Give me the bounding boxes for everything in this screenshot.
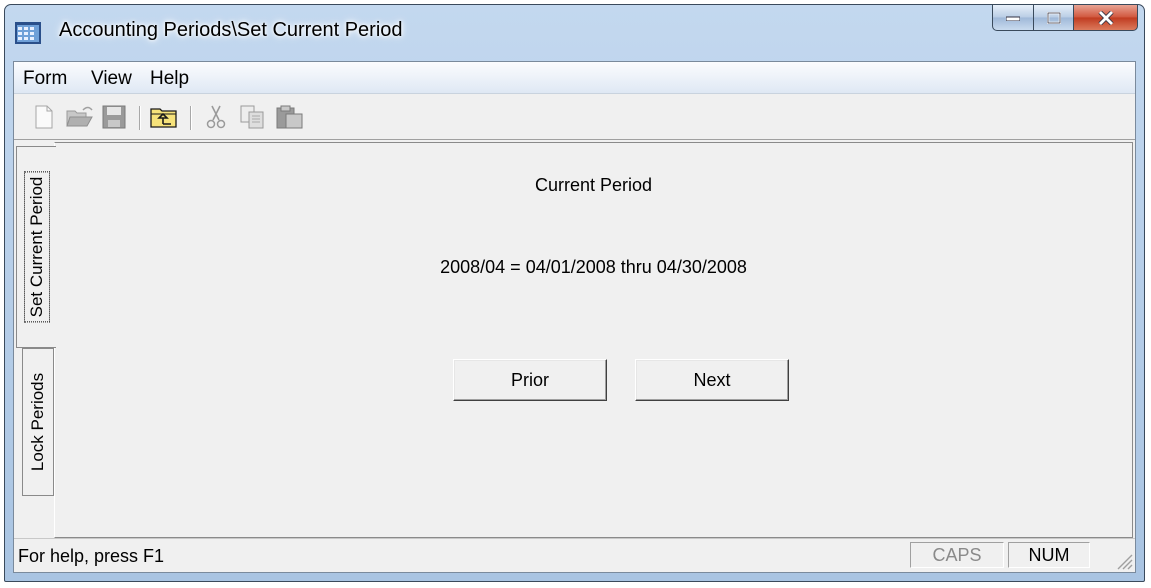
- maximize-icon: [1046, 11, 1061, 24]
- close-icon: [1097, 10, 1114, 25]
- app-grid-icon: [15, 22, 41, 44]
- cut-icon[interactable]: [206, 105, 226, 129]
- toolbar: [14, 94, 1135, 140]
- paste-icon[interactable]: [276, 105, 304, 129]
- tab-set-current-period[interactable]: Set Current Period: [16, 146, 56, 348]
- tab-lock-periods-label: Lock Periods: [28, 372, 47, 472]
- maximize-button[interactable]: [1034, 5, 1074, 31]
- status-bar: For help, press F1 CAPS NUM: [14, 538, 1135, 572]
- open-icon[interactable]: [66, 105, 94, 129]
- toolbar-separator: [190, 106, 192, 130]
- menu-form[interactable]: Form: [23, 68, 67, 90]
- current-period-value: 2008/04 = 04/01/2008 thru 04/30/2008: [440, 257, 747, 277]
- status-text: For help, press F1: [18, 546, 165, 566]
- window-title: Accounting Periods\Set Current Period: [59, 19, 403, 41]
- menu-view[interactable]: View: [91, 68, 132, 90]
- prior-button[interactable]: Prior: [453, 359, 607, 401]
- menu-bar: Form View Help: [14, 62, 1135, 94]
- app-window: Accounting Periods\Set Current Period Fo…: [4, 4, 1145, 582]
- minimize-icon: [1006, 16, 1020, 21]
- up-folder-icon[interactable]: [150, 105, 178, 129]
- next-button[interactable]: Next: [635, 359, 789, 401]
- current-period-label: Current Period: [534, 175, 653, 195]
- menu-help[interactable]: Help: [150, 68, 189, 90]
- tab-panel-set-current-period: Current Period 2008/04 = 04/01/2008 thru…: [54, 142, 1133, 538]
- copy-icon[interactable]: [240, 105, 266, 129]
- resize-grip-icon[interactable]: [1115, 552, 1133, 570]
- new-icon[interactable]: [34, 105, 54, 129]
- num-indicator: NUM: [1008, 542, 1090, 568]
- caps-indicator: CAPS: [910, 542, 1004, 568]
- tab-control: Set Current Period Lock Periods Current …: [14, 142, 1135, 538]
- close-button[interactable]: [1074, 5, 1138, 31]
- caption-buttons: [992, 5, 1138, 33]
- tab-lock-periods[interactable]: Lock Periods: [22, 348, 54, 496]
- tab-set-current-period-label: Set Current Period: [26, 152, 47, 342]
- toolbar-separator: [139, 106, 141, 130]
- minimize-button[interactable]: [992, 5, 1034, 31]
- title-bar[interactable]: Accounting Periods\Set Current Period: [5, 5, 1144, 61]
- client-area: Form View Help Set Current Period Lock P…: [13, 61, 1136, 573]
- save-icon[interactable]: [102, 105, 126, 129]
